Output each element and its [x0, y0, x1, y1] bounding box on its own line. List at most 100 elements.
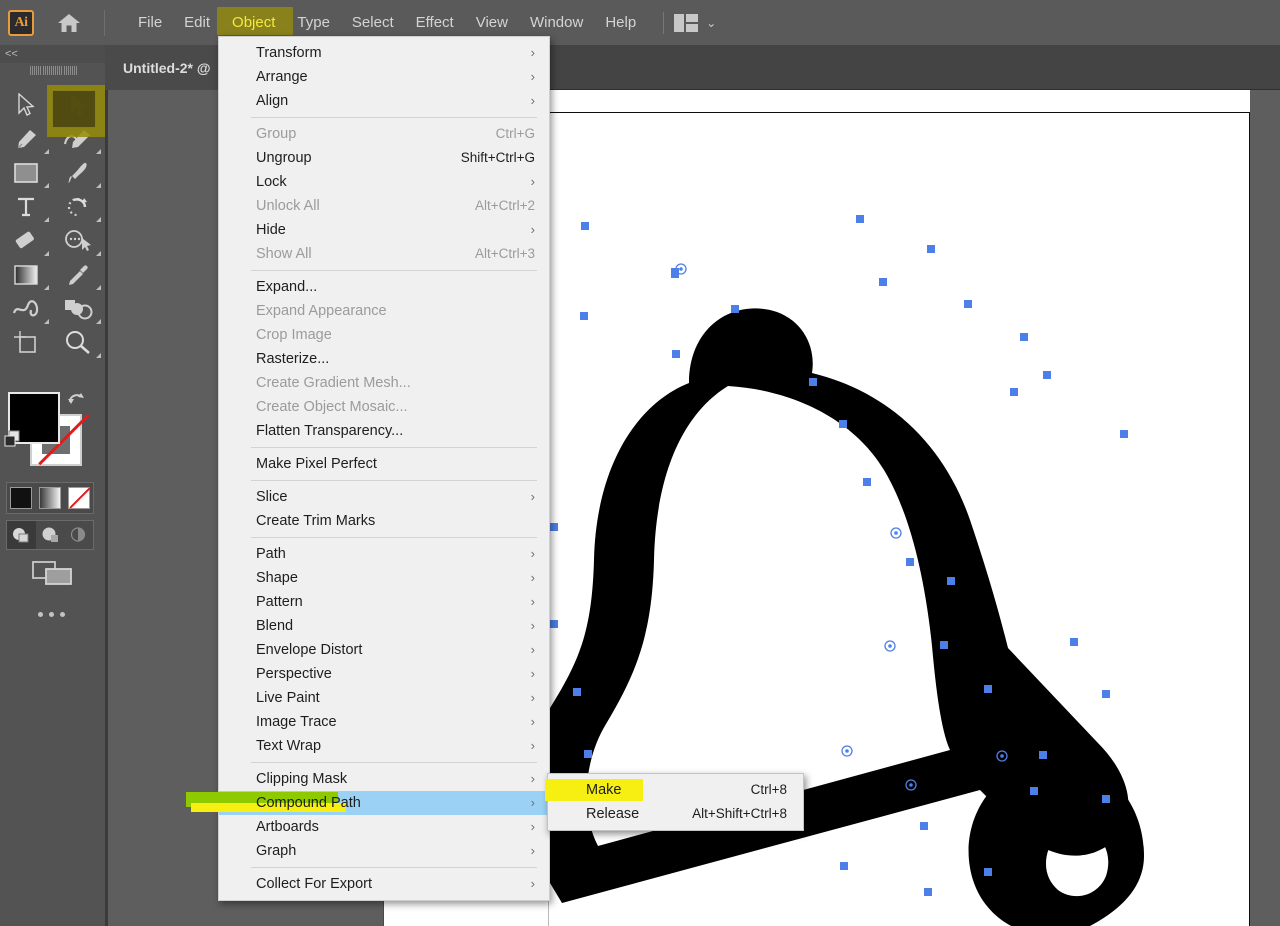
- menu-view[interactable]: View: [465, 10, 519, 36]
- home-icon[interactable]: [56, 10, 82, 36]
- menu-item-expand[interactable]: Expand...: [219, 275, 549, 299]
- symbol-sprayer-tool[interactable]: [52, 292, 104, 326]
- menu-item-collect-for-export[interactable]: Collect For Export ›: [219, 872, 549, 896]
- zoom-tool[interactable]: [52, 326, 104, 360]
- tool-flyout-arrow[interactable]: [96, 149, 101, 154]
- tool-flyout-arrow[interactable]: [44, 285, 49, 290]
- tool-flyout-arrow[interactable]: [96, 285, 101, 290]
- tool-flyout-arrow[interactable]: [44, 217, 49, 222]
- tool-flyout-arrow[interactable]: [96, 183, 101, 188]
- menu-item-flatten-transparency[interactable]: Flatten Transparency...: [219, 419, 549, 443]
- draw-behind-button[interactable]: [36, 521, 65, 549]
- application-bar: Ai File Edit Object Type Select Effect V…: [0, 0, 1280, 45]
- menu-file[interactable]: File: [127, 10, 173, 36]
- chevron-right-icon: ›: [530, 642, 535, 657]
- menu-item-live-paint[interactable]: Live Paint ›: [219, 686, 549, 710]
- tool-flyout-arrow[interactable]: [44, 149, 49, 154]
- direct-selection-tool[interactable]: [52, 88, 104, 122]
- menu-item-align[interactable]: Align ›: [219, 89, 549, 113]
- menu-window[interactable]: Window: [519, 10, 594, 36]
- menu-item-create-trim-marks[interactable]: Create Trim Marks: [219, 509, 549, 533]
- draw-mode-bar: [6, 520, 94, 550]
- menu-item-pattern[interactable]: Pattern ›: [219, 590, 549, 614]
- paintbrush-tool[interactable]: [52, 156, 104, 190]
- chevron-right-icon: ›: [530, 45, 535, 60]
- menu-item-make-pixel-perfect[interactable]: Make Pixel Perfect: [219, 452, 549, 476]
- menu-select[interactable]: Select: [341, 10, 405, 36]
- swap-fill-stroke-icon[interactable]: [66, 388, 86, 408]
- artboard-tool[interactable]: [0, 326, 52, 360]
- color-swatch-button[interactable]: [7, 483, 36, 513]
- menu-separator: [251, 117, 537, 118]
- menu-item-arrange[interactable]: Arrange ›: [219, 65, 549, 89]
- submenu-item-make[interactable]: Make Ctrl+8: [548, 778, 803, 802]
- draw-inside-button[interactable]: [64, 521, 93, 549]
- chevron-right-icon: ›: [530, 666, 535, 681]
- menu-item-perspective[interactable]: Perspective ›: [219, 662, 549, 686]
- menu-object[interactable]: Object: [217, 6, 294, 36]
- menu-effect[interactable]: Effect: [405, 10, 465, 36]
- tool-flyout-arrow[interactable]: [96, 251, 101, 256]
- menu-separator: [251, 447, 537, 448]
- menu-edit[interactable]: Edit: [173, 10, 221, 36]
- selection-tool[interactable]: [0, 88, 52, 122]
- menu-item-artboards[interactable]: Artboards ›: [219, 815, 549, 839]
- gradient-tool[interactable]: [0, 258, 52, 292]
- menu-item-slice[interactable]: Slice ›: [219, 485, 549, 509]
- menu-item-rasterize[interactable]: Rasterize...: [219, 347, 549, 371]
- fill-stroke-controls: [0, 382, 105, 466]
- tool-flyout-arrow[interactable]: [96, 353, 101, 358]
- menu-item-compound-path[interactable]: Compound Path ›: [186, 791, 549, 815]
- menu-separator: [251, 480, 537, 481]
- menu-item-transform[interactable]: Transform ›: [219, 41, 549, 65]
- document-tab[interactable]: Untitled-2* @: [105, 45, 229, 90]
- appbar-divider: [104, 9, 105, 36]
- menu-item-image-trace[interactable]: Image Trace ›: [219, 710, 549, 734]
- draw-normal-button[interactable]: [7, 521, 36, 549]
- none-swatch-button[interactable]: [64, 483, 93, 513]
- menu-item-graph[interactable]: Graph ›: [219, 839, 549, 863]
- collapse-panel-button[interactable]: <<: [0, 45, 105, 63]
- ellipsis-icon[interactable]: [38, 612, 65, 617]
- width-tool[interactable]: [0, 292, 52, 326]
- menu-item-envelope-distort[interactable]: Envelope Distort ›: [219, 638, 549, 662]
- menu-item-crop-image: Crop Image: [256, 327, 332, 343]
- menu-help[interactable]: Help: [594, 10, 647, 36]
- menu-item-ungroup[interactable]: Ungroup Shift+Ctrl+G: [219, 146, 549, 170]
- menu-item-expand-appearance: Expand Appearance: [256, 303, 387, 319]
- tool-flyout-arrow[interactable]: [96, 217, 101, 222]
- screen-mode-icon[interactable]: [30, 558, 76, 588]
- pen-tool[interactable]: [0, 122, 52, 156]
- menu-type[interactable]: Type: [286, 10, 341, 36]
- eyedropper-tool[interactable]: [52, 258, 104, 292]
- compound-path-submenu[interactable]: Make Ctrl+8 Release Alt+Shift+Ctrl+8: [545, 773, 804, 831]
- chevron-down-icon[interactable]: ⌄: [706, 16, 716, 30]
- workspace-switcher-icon[interactable]: [674, 13, 699, 32]
- menubar-divider: [663, 11, 665, 34]
- rotate-tool[interactable]: [52, 190, 104, 224]
- rectangle-tool[interactable]: [0, 156, 52, 190]
- menu-item-lock[interactable]: Lock ›: [219, 170, 549, 194]
- menu-item-blend[interactable]: Blend ›: [219, 614, 549, 638]
- object-menu-dropdown[interactable]: Transform › Arrange › Align › Group Ctrl…: [186, 36, 550, 901]
- menu-item-text-wrap[interactable]: Text Wrap ›: [219, 734, 549, 758]
- shape-builder-tool[interactable]: [52, 224, 104, 258]
- gradient-swatch-button[interactable]: [36, 483, 65, 513]
- submenu-item-release[interactable]: Release Alt+Shift+Ctrl+8: [548, 802, 803, 826]
- default-fill-stroke-icon[interactable]: [4, 430, 22, 448]
- tool-flyout-arrow[interactable]: [96, 319, 101, 324]
- menu-item-clipping-mask[interactable]: Clipping Mask ›: [219, 767, 549, 791]
- tool-flyout-arrow[interactable]: [44, 183, 49, 188]
- menu-item-shape[interactable]: Shape ›: [219, 566, 549, 590]
- eraser-tool[interactable]: [0, 224, 52, 258]
- curvature-tool[interactable]: [52, 122, 104, 156]
- menu-item-path[interactable]: Path ›: [219, 542, 549, 566]
- panel-drag-grip[interactable]: [30, 66, 77, 75]
- chevron-right-icon: ›: [530, 174, 535, 189]
- tool-flyout-arrow[interactable]: [44, 251, 49, 256]
- menu-item-create-object-mosaic: Create Object Mosaic...: [256, 399, 408, 415]
- menu-object-label: Object: [232, 13, 276, 31]
- menu-item-hide[interactable]: Hide ›: [219, 218, 549, 242]
- type-tool[interactable]: [0, 190, 52, 224]
- tool-flyout-arrow[interactable]: [44, 319, 49, 324]
